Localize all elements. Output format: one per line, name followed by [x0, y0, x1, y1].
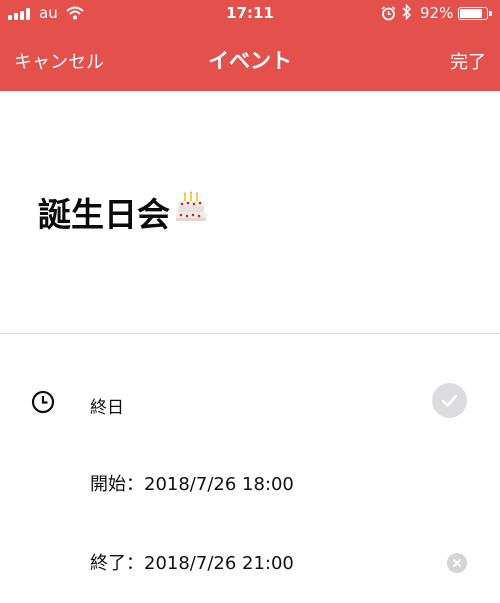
cake-icon: [174, 191, 208, 233]
close-icon: [453, 559, 461, 567]
start-datetime-value: 2018/7/26 18:00: [144, 474, 294, 495]
bluetooth-icon: [402, 3, 412, 24]
all-day-label: 終日: [90, 398, 124, 418]
section-divider: [0, 333, 500, 334]
end-label: 終了：: [90, 553, 144, 574]
checkmark-icon: [441, 394, 458, 407]
clear-end-button[interactable]: [447, 553, 467, 573]
end-datetime-row[interactable]: 終了：2018/7/26 21:00: [90, 549, 294, 575]
start-label: 開始：: [90, 474, 144, 495]
end-datetime-value: 2018/7/26 21:00: [144, 553, 294, 574]
event-title[interactable]: 誕生日会: [38, 188, 208, 236]
battery-icon: [458, 7, 492, 20]
alarm-icon: [381, 6, 396, 25]
all-day-toggle[interactable]: [432, 383, 467, 418]
start-datetime-row[interactable]: 開始：2018/7/26 18:00: [90, 470, 294, 496]
clock-icon: [31, 390, 55, 418]
app-header: au 17:11 92% キャンセル イベント 完了: [0, 0, 500, 91]
event-title-text: 誕生日会: [38, 195, 170, 234]
status-bar: au 17:11 92%: [0, 0, 500, 28]
done-button[interactable]: 完了: [450, 48, 486, 74]
cancel-button[interactable]: キャンセル: [14, 48, 104, 74]
battery-percent: 92%: [420, 4, 454, 22]
nav-bar: キャンセル イベント 完了: [0, 28, 500, 91]
